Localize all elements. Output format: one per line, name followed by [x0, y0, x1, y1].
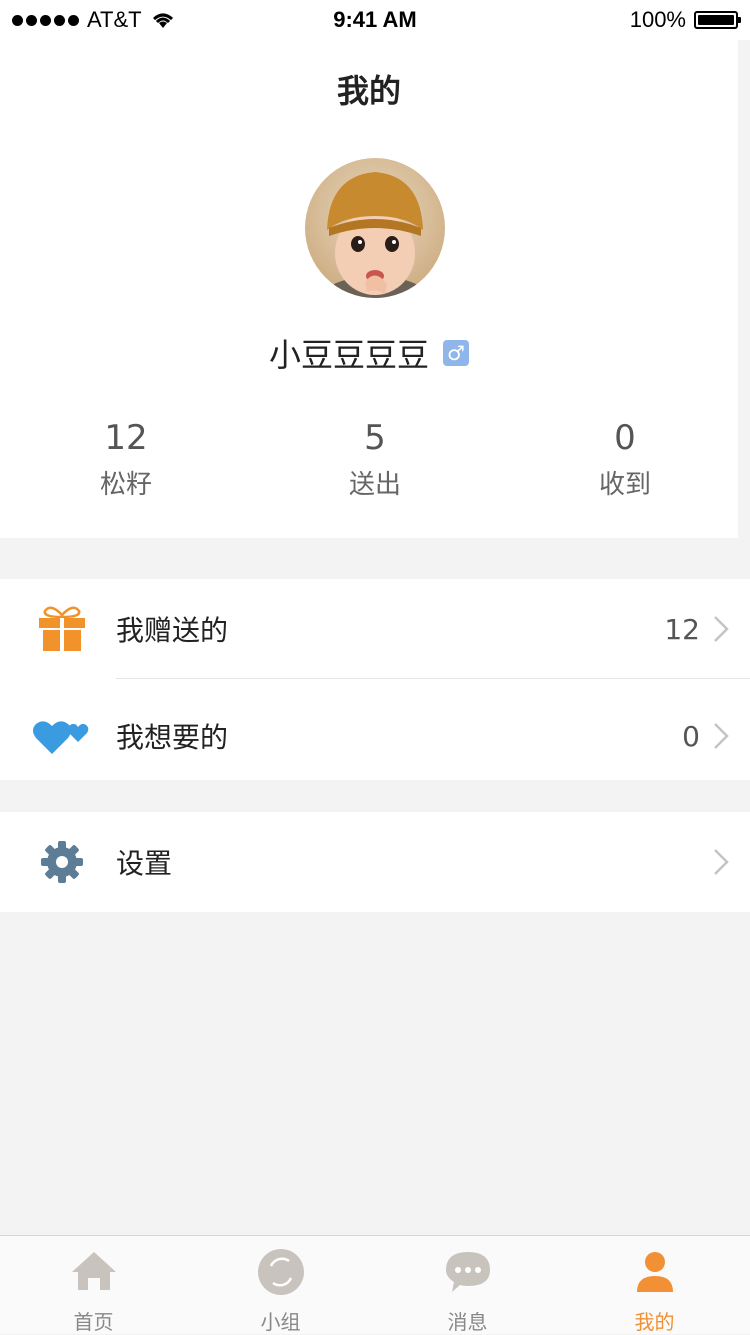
stat-value: 0 [614, 418, 636, 458]
stat-sent[interactable]: 5 送出 [275, 418, 475, 501]
gear-icon [32, 837, 92, 887]
tab-label: 小组 [260, 1310, 301, 1334]
chevron-right-icon [714, 723, 729, 749]
wifi-icon [152, 13, 173, 28]
tab-messages[interactable]: 消息 [374, 1236, 561, 1334]
stat-label: 收到 [598, 470, 651, 500]
stat-seeds[interactable]: 12 松籽 [26, 418, 226, 501]
carrier-name: AT&T [87, 7, 142, 32]
menu-item-wishlist[interactable]: 我想要的 0 [0, 686, 750, 786]
tab-label: 消息 [447, 1310, 488, 1334]
stat-value: 12 [104, 418, 148, 458]
status-right: 100% [630, 7, 750, 33]
stat-received[interactable]: 0 收到 [525, 418, 725, 501]
menu-label: 我想要的 [116, 721, 229, 754]
tab-mine[interactable]: 我的 [561, 1236, 748, 1334]
stats-row: 12 松籽 5 送出 0 收到 [0, 418, 750, 508]
menu-label: 我赠送的 [116, 614, 229, 647]
avatar-image [305, 158, 445, 298]
stat-label: 松籽 [99, 470, 152, 500]
divider [116, 678, 750, 679]
gift-icon [32, 604, 92, 654]
menu-label: 设置 [116, 847, 173, 880]
profile-card: 我的 小豆豆豆豆 ♂ 12 松籽 5 送出 0 收到 [0, 40, 738, 538]
chevron-right-icon [714, 616, 729, 642]
page-title: 我的 [336, 72, 401, 110]
avatar[interactable] [305, 158, 445, 298]
tab-label: 首页 [73, 1310, 114, 1334]
battery-icon [694, 11, 741, 29]
home-icon [71, 1252, 116, 1290]
username-row: 小豆豆豆豆 ♂ [0, 330, 738, 376]
battery-percent: 100% [629, 7, 686, 32]
tab-home[interactable]: 首页 [0, 1236, 187, 1334]
status-bar: AT&T 9:41 AM 100% [0, 0, 750, 40]
tab-group[interactable]: 小组 [187, 1236, 374, 1334]
menu-group-settings: 设置 [0, 812, 750, 912]
hearts-icon [32, 711, 92, 761]
tab-label: 我的 [634, 1310, 675, 1334]
menu-count: 0 [682, 719, 700, 753]
menu-item-settings[interactable]: 设置 [0, 812, 750, 912]
group-icon [257, 1249, 304, 1295]
username: 小豆豆豆豆 [268, 336, 429, 374]
male-icon: ♂ [443, 340, 469, 366]
chevron-right-icon [714, 849, 729, 875]
menu-count: 12 [664, 612, 700, 646]
signal-strength-icon [12, 14, 79, 26]
menu-item-gifts-sent[interactable]: 我赠送的 12 [0, 579, 750, 679]
stat-label: 送出 [348, 470, 401, 500]
status-left: AT&T [0, 7, 176, 33]
menu-group-gifts: 我赠送的 12 我想要的 0 [0, 579, 750, 780]
tab-bar: 首页 小组 消息 我的 [0, 1235, 750, 1334]
chat-icon [445, 1252, 490, 1292]
stat-value: 5 [364, 418, 386, 458]
person-icon [636, 1252, 673, 1292]
